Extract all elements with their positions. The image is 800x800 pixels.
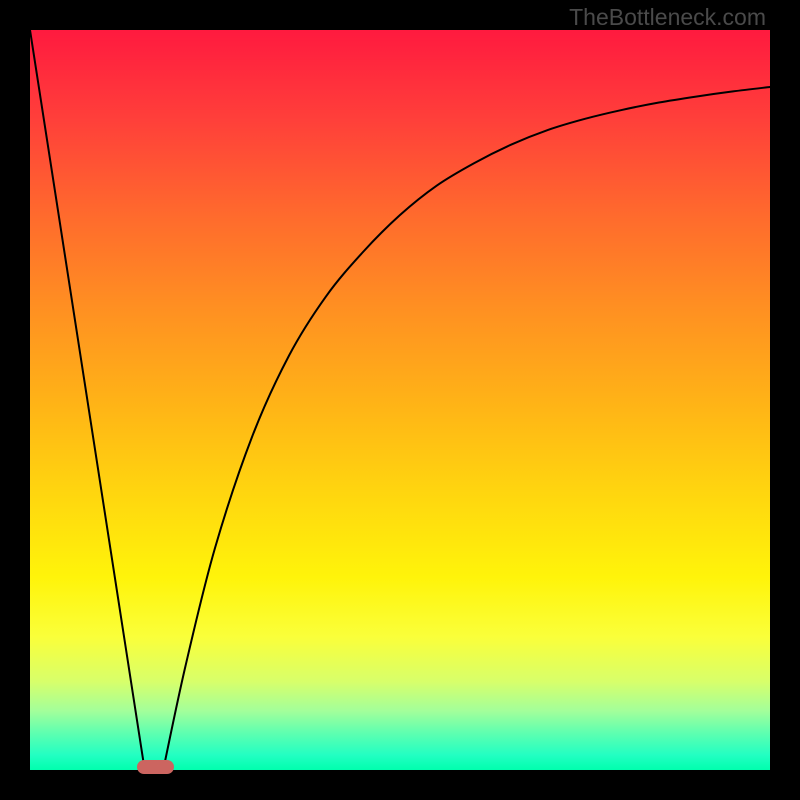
left-branch-path — [30, 30, 145, 770]
watermark-text: TheBottleneck.com — [569, 4, 766, 31]
chart-container: TheBottleneck.com — [0, 0, 800, 800]
chart-curve — [30, 30, 770, 770]
right-branch-path — [163, 87, 770, 770]
plot-area — [30, 30, 770, 770]
minimum-marker — [137, 760, 174, 774]
